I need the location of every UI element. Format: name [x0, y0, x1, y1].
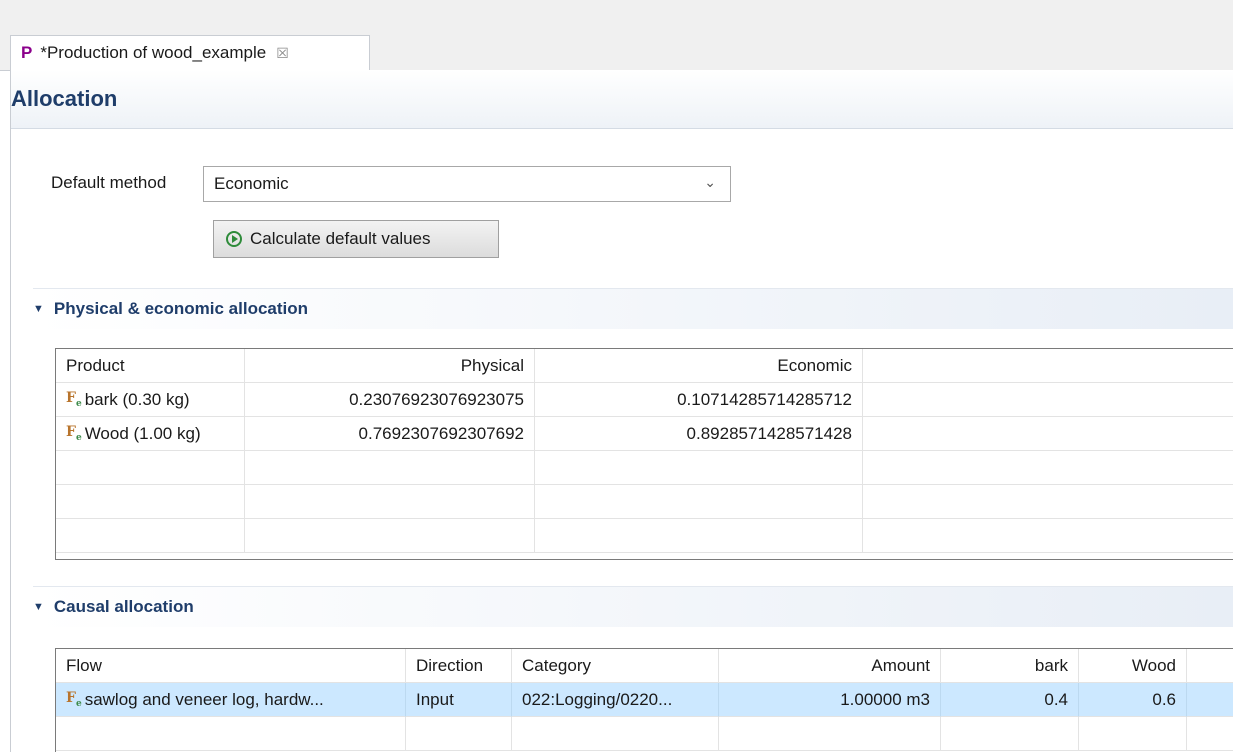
chevron-down-icon[interactable]: ⌄ — [704, 174, 716, 191]
calculate-default-values-button[interactable]: Calculate default values — [213, 220, 499, 258]
flow-name: sawlog and veneer log, hardw... — [84, 689, 324, 709]
column-header-wood[interactable]: Wood — [1079, 649, 1187, 683]
table-header-row: Flow Direction Category Amount bark Wood — [56, 649, 1233, 683]
editor-tab-bar: P *Production of wood_example ☒ — [0, 32, 1233, 71]
physical-economic-section-title: Physical & economic allocation — [53, 299, 309, 318]
physical-economic-table[interactable]: Product Physical Economic Fe bark (0.30 … — [55, 348, 1233, 560]
table-row[interactable]: Fe bark (0.30 kg) 0.23076923076923075 0.… — [56, 383, 1233, 417]
close-tab-icon[interactable]: ☒ — [276, 45, 289, 62]
column-header-amount[interactable]: Amount — [719, 649, 941, 683]
product-flow-icon: Fe — [66, 424, 82, 443]
category-cell: 022:Logging/0220... — [512, 683, 719, 717]
window-top-strip — [0, 0, 1233, 32]
direction-cell: Input — [406, 683, 512, 717]
causal-section-header[interactable]: ▼ Causal allocation — [33, 586, 1233, 627]
flow-cell: Fe sawlog and veneer log, hardw... — [56, 683, 406, 717]
product-cell: Fe Wood (1.00 kg) — [56, 417, 245, 451]
empty-table-row — [56, 451, 1233, 485]
product-name: bark (0.30 kg) — [84, 389, 190, 409]
default-method-value: Economic — [214, 174, 289, 193]
empty-cell — [863, 383, 1233, 417]
default-method-select[interactable]: Economic ⌄ — [203, 166, 731, 202]
table-row[interactable]: Fe Wood (1.00 kg) 0.7692307692307692 0.8… — [56, 417, 1233, 451]
form-header: Allocation — [11, 70, 1233, 129]
product-flow-icon: Fe — [66, 390, 82, 409]
amount-cell: 1.00000 m3 — [719, 683, 941, 717]
editor-tab[interactable]: P *Production of wood_example ☒ — [10, 35, 370, 70]
empty-cell — [863, 417, 1233, 451]
page-title: Allocation — [11, 86, 118, 111]
column-header-product[interactable]: Product — [56, 349, 245, 383]
causal-allocation-table[interactable]: Flow Direction Category Amount bark Wood… — [55, 648, 1233, 752]
editor-area: Allocation Default method Economic ⌄ Cal… — [10, 70, 1233, 752]
physical-value-cell[interactable]: 0.23076923076923075 — [245, 383, 535, 417]
product-name: Wood (1.00 kg) — [84, 423, 201, 443]
physical-economic-section-header[interactable]: ▼ Physical & economic allocation — [33, 288, 1233, 329]
run-icon — [226, 231, 242, 247]
wood-factor-cell[interactable]: 0.6 — [1079, 683, 1187, 717]
column-header-flow[interactable]: Flow — [56, 649, 406, 683]
physical-value-cell[interactable]: 0.7692307692307692 — [245, 417, 535, 451]
empty-table-row — [56, 717, 1233, 751]
bark-factor-cell[interactable]: 0.4 — [941, 683, 1079, 717]
causal-section-title: Causal allocation — [53, 597, 194, 616]
calculate-button-label: Calculate default values — [250, 229, 431, 248]
column-header-bark[interactable]: bark — [941, 649, 1079, 683]
table-row[interactable]: Fe sawlog and veneer log, hardw... Input… — [56, 683, 1233, 717]
column-header-economic[interactable]: Economic — [535, 349, 863, 383]
empty-column-header — [863, 349, 1233, 383]
economic-value-cell[interactable]: 0.10714285714285712 — [535, 383, 863, 417]
process-editor-icon: P — [21, 43, 33, 62]
empty-cell — [1187, 683, 1233, 717]
empty-column-header — [1187, 649, 1233, 683]
twistie-expanded-icon[interactable]: ▼ — [33, 601, 44, 613]
column-header-category[interactable]: Category — [512, 649, 719, 683]
default-method-label: Default method — [51, 173, 167, 192]
column-header-direction[interactable]: Direction — [406, 649, 512, 683]
twistie-expanded-icon[interactable]: ▼ — [33, 303, 44, 315]
product-flow-icon: Fe — [66, 690, 82, 709]
editor-tab-title: *Production of wood_example — [40, 43, 267, 62]
economic-value-cell[interactable]: 0.8928571428571428 — [535, 417, 863, 451]
product-cell: Fe bark (0.30 kg) — [56, 383, 245, 417]
empty-table-row — [56, 519, 1233, 553]
column-header-physical[interactable]: Physical — [245, 349, 535, 383]
empty-table-row — [56, 485, 1233, 519]
table-header-row: Product Physical Economic — [56, 349, 1233, 383]
